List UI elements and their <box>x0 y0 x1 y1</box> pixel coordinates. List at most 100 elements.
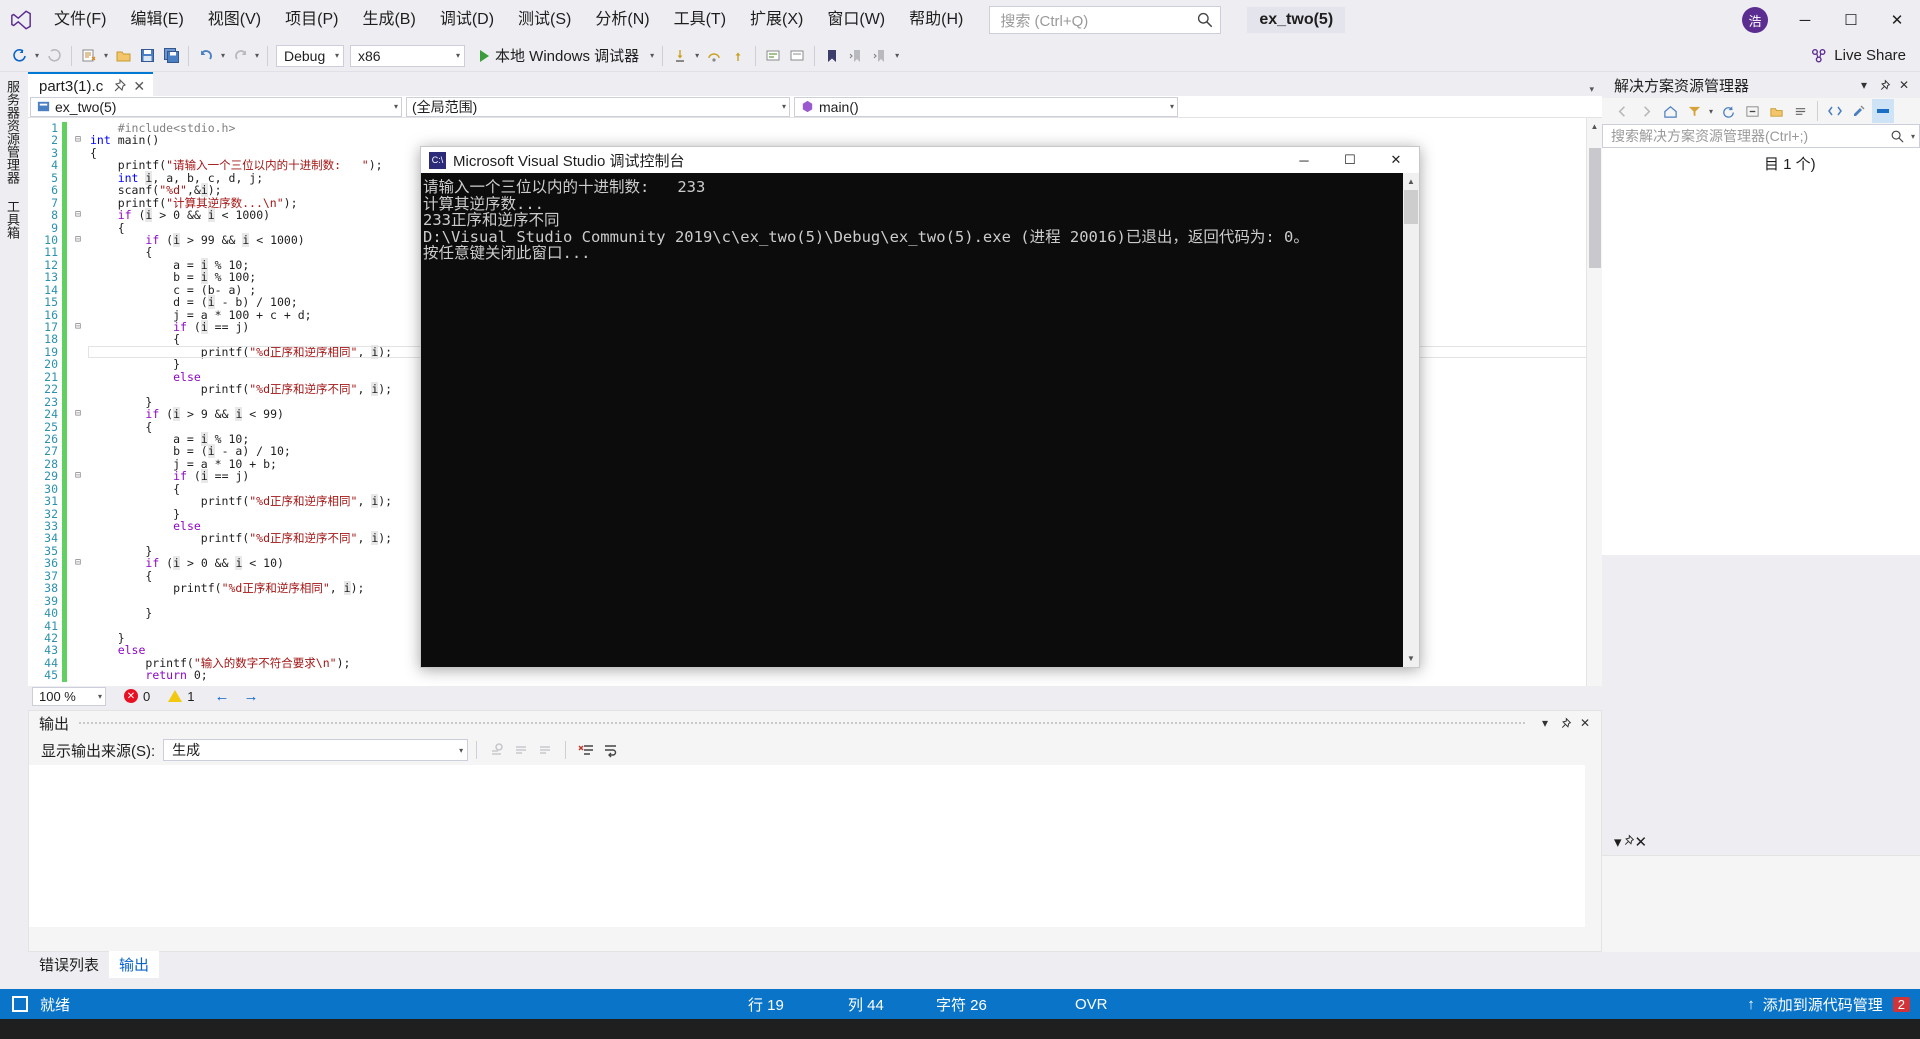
notification-badge[interactable]: 2 <box>1892 996 1910 1012</box>
tab-output[interactable]: 输出 <box>109 950 160 978</box>
fold-toggle-icon[interactable] <box>70 259 86 271</box>
redo-icon[interactable] <box>229 44 251 68</box>
solution-explorer-search-input[interactable]: 搜索解决方案资源管理器(Ctrl+;) ▾ <box>1602 124 1920 148</box>
fold-toggle-icon[interactable] <box>70 333 86 345</box>
fold-toggle-icon[interactable] <box>70 296 86 308</box>
console-minimize-button[interactable]: ─ <box>1281 147 1327 173</box>
fold-toggle-icon[interactable] <box>70 246 86 258</box>
console-scrollbar-thumb[interactable] <box>1404 190 1418 224</box>
navigate-backward-icon[interactable]: ← <box>214 688 229 705</box>
fold-toggle-icon[interactable]: ⊟ <box>70 321 86 333</box>
find-message-icon[interactable] <box>486 738 508 762</box>
go-to-next-message-icon[interactable] <box>534 738 556 762</box>
fold-toggle-icon[interactable] <box>70 433 86 445</box>
drag-handle[interactable] <box>79 722 1525 724</box>
fold-toggle-icon[interactable]: ⊟ <box>70 408 86 420</box>
zoom-level-select[interactable]: 100 % ▾ <box>32 686 106 706</box>
step-into-chevron-down-icon[interactable]: ▾ <box>692 44 702 68</box>
fold-toggle-icon[interactable] <box>70 582 86 594</box>
solution-tree-node[interactable]: 目 1 个) <box>1612 152 1920 174</box>
fold-toggle-icon[interactable]: ⊟ <box>70 134 86 146</box>
pending-changes-filter-icon[interactable] <box>1683 99 1705 123</box>
navbar-project-select[interactable]: ex_two(5) ▾ <box>30 96 402 117</box>
quick-launch-search[interactable]: 搜索 (Ctrl+Q) <box>989 6 1222 34</box>
rail-tab-toolbox[interactable]: 工具箱 <box>0 192 25 247</box>
properties-chevron-down-icon[interactable]: ▾ <box>1614 833 1622 851</box>
solution-explorer-close-icon[interactable]: ✕ <box>1894 75 1914 95</box>
refresh-icon[interactable] <box>1717 99 1739 123</box>
save-all-icon[interactable] <box>160 44 182 68</box>
menu-item-view[interactable]: 视图(V) <box>196 0 273 40</box>
fold-toggle-icon[interactable]: ⊟ <box>70 209 86 221</box>
document-tab-part3[interactable]: part3(1).c ✕ <box>28 72 154 98</box>
menu-item-edit[interactable]: 编辑(E) <box>118 0 195 40</box>
forward-icon[interactable] <box>1635 99 1657 123</box>
fold-toggle-icon[interactable] <box>70 383 86 395</box>
save-icon[interactable] <box>136 44 158 68</box>
comment-selection-icon[interactable] <box>762 44 784 68</box>
view-designer-icon[interactable] <box>1848 99 1870 123</box>
fold-toggle-icon[interactable] <box>70 570 86 582</box>
code-line[interactable]: 1 #include<stdio.h> <box>28 122 1586 135</box>
menu-item-project[interactable]: 项目(P) <box>273 0 350 40</box>
avatar[interactable]: 浩 <box>1742 7 1768 33</box>
menu-item-debug[interactable]: 调试(D) <box>428 0 506 40</box>
solution-explorer-chevron-down-icon[interactable]: ▾ <box>1854 75 1874 95</box>
fold-toggle-icon[interactable] <box>70 122 86 134</box>
navigate-back-icon[interactable] <box>9 44 31 68</box>
properties-pin-icon[interactable] <box>1622 833 1635 851</box>
home-icon[interactable] <box>1659 99 1681 123</box>
editor-vertical-scrollbar[interactable]: ▲ <box>1586 118 1602 687</box>
fold-toggle-icon[interactable]: ⊟ <box>70 557 86 569</box>
properties-close-icon[interactable]: ✕ <box>1635 833 1648 851</box>
menu-item-tools[interactable]: 工具(T) <box>662 0 738 40</box>
fold-toggle-icon[interactable] <box>70 358 86 370</box>
new-project-chevron-down-icon[interactable]: ▾ <box>101 44 111 68</box>
console-maximize-button[interactable]: ☐ <box>1327 147 1373 173</box>
fold-toggle-icon[interactable] <box>70 458 86 470</box>
menu-item-file[interactable]: 文件(F) <box>42 0 118 40</box>
fold-toggle-icon[interactable] <box>70 669 86 681</box>
collapse-all-icon[interactable] <box>1741 99 1763 123</box>
debug-console-window[interactable]: C:\ Microsoft Visual Studio 调试控制台 ─ ☐ ✕ … <box>420 146 1420 668</box>
toolbar-overflow-chevron-icon[interactable]: ▾ <box>892 44 902 68</box>
step-out-icon[interactable] <box>727 44 749 68</box>
solution-explorer-panel-toggle-icon[interactable] <box>1872 99 1894 123</box>
fold-toggle-icon[interactable] <box>70 483 86 495</box>
windows-taskbar[interactable] <box>0 1019 1920 1039</box>
fold-toggle-icon[interactable] <box>70 371 86 383</box>
output-pane-close-icon[interactable]: ✕ <box>1575 713 1595 733</box>
fold-toggle-icon[interactable] <box>70 159 86 171</box>
uncomment-selection-icon[interactable] <box>786 44 808 68</box>
fold-toggle-icon[interactable] <box>70 309 86 321</box>
close-button[interactable]: ✕ <box>1874 0 1920 40</box>
open-file-icon[interactable] <box>112 44 134 68</box>
status-insert-mode[interactable]: OVR <box>1075 996 1108 1013</box>
fold-toggle-icon[interactable] <box>70 172 86 184</box>
pin-icon[interactable] <box>111 78 127 94</box>
fold-toggle-icon[interactable]: ⊟ <box>70 470 86 482</box>
scrollbar-thumb[interactable] <box>1589 148 1601 268</box>
console-scrollbar[interactable]: ▲ ▼ <box>1403 173 1419 667</box>
fold-toggle-icon[interactable] <box>70 284 86 296</box>
start-debugging-chevron-down-icon[interactable]: ▾ <box>647 44 657 68</box>
maximize-button[interactable]: ☐ <box>1828 0 1874 40</box>
status-source-control[interactable]: 添加到源代码管理 <box>1763 994 1883 1015</box>
chevron-down-icon[interactable]: ▾ <box>1589 84 1602 95</box>
navbar-scope-select[interactable]: (全局范围) ▾ <box>406 96 790 117</box>
fold-toggle-icon[interactable] <box>70 607 86 619</box>
fold-toggle-icon[interactable] <box>70 657 86 669</box>
fold-toggle-icon[interactable] <box>70 421 86 433</box>
fold-toggle-icon[interactable] <box>70 520 86 532</box>
output-pane-pin-icon[interactable] <box>1555 713 1575 733</box>
scroll-up-icon[interactable]: ▲ <box>1587 118 1602 134</box>
search-chevron-down-icon[interactable]: ▾ <box>1911 132 1915 141</box>
console-output[interactable]: 请输入一个三位以内的十进制数: 233 计算其逆序数... 233正序和逆序不同 D:… <box>421 173 1403 667</box>
fold-toggle-icon[interactable] <box>70 184 86 196</box>
menu-item-analyze[interactable]: 分析(N) <box>583 0 661 40</box>
navigate-forward-icon[interactable] <box>43 44 65 68</box>
navigate-back-chevron-down-icon[interactable]: ▾ <box>32 44 42 68</box>
filter-chevron-down-icon[interactable]: ▾ <box>1706 99 1716 123</box>
back-icon[interactable] <box>1611 99 1633 123</box>
output-source-select[interactable]: 生成 ▾ <box>163 739 469 761</box>
